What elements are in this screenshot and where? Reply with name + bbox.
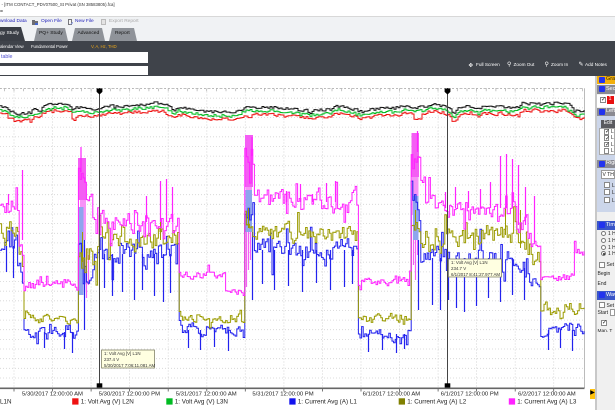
svg-text:5/31/2017 12:00:00 AM: 5/31/2017 12:00:00 AM (176, 392, 237, 398)
svg-text:1: Volt Avg (V) L2N: 1: Volt Avg (V) L2N (81, 399, 135, 406)
svg-text:5/30/2017 7:06:11.081 AM: 5/30/2017 7:06:11.081 AM (104, 363, 156, 368)
svg-text:237.4 V: 237.4 V (104, 357, 119, 362)
svg-text:5/30/2017 12:00:00 PM: 5/30/2017 12:00:00 PM (99, 392, 160, 398)
svg-text:234.7 V: 234.7 V (451, 266, 466, 271)
svg-text:1: Current Avg (A) L3: 1: Current Avg (A) L3 (517, 399, 577, 406)
svg-text:6/1/2017 12:00:00 PM: 6/1/2017 12:00:00 PM (441, 392, 499, 398)
svg-text:5/30/2017 12:00:00 AM: 5/30/2017 12:00:00 AM (22, 392, 83, 398)
svg-text:L1N: L1N (0, 399, 12, 406)
svg-text:6/1/2017 8:41:27.977 AM: 6/1/2017 8:41:27.977 AM (451, 272, 500, 277)
svg-text:6/1/2017 12:00:00 AM: 6/1/2017 12:00:00 AM (363, 392, 421, 398)
svg-text:1: Volt Avg (V) L3N: 1: Volt Avg (V) L3N (175, 399, 229, 406)
svg-text:1: Volt Avg [V] L1N: 1: Volt Avg [V] L1N (104, 351, 141, 356)
svg-text:1: Current Avg (A) L1: 1: Current Avg (A) L1 (298, 399, 358, 406)
svg-text:1: Current Avg (A) L2: 1: Current Avg (A) L2 (407, 399, 467, 406)
svg-text:6/2/2017 12:00:00 AM: 6/2/2017 12:00:00 AM (518, 392, 576, 398)
svg-text:1: Volt Avg [V] L1N: 1: Volt Avg [V] L1N (451, 260, 488, 265)
svg-text:5/31/2017 12:00:00 PM: 5/31/2017 12:00:00 PM (252, 392, 313, 398)
